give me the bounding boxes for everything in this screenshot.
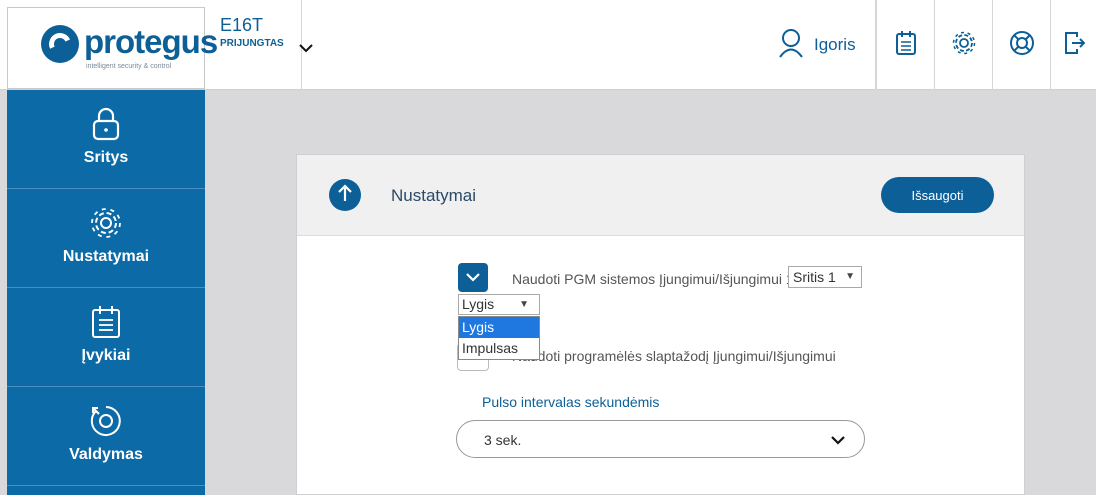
user-icon [778,28,804,63]
mode-select[interactable]: Lygis ▼ [458,294,540,315]
sidebar-item-label: Nustatymai [62,248,150,265]
dropdown-arrow-icon: ▼ [519,299,529,310]
arrow-up-icon [337,183,353,207]
user-menu[interactable]: Igoris [778,28,856,62]
sidebar-item-areas[interactable]: Sritys [7,90,205,189]
chevron-down-icon [465,269,481,287]
mode-option-pulse[interactable]: Impulsas [459,338,539,359]
sidebar-item-events[interactable]: Įvykiai [7,288,205,387]
pulse-interval-value: 3 sek. [484,432,522,448]
sidebar-item-label: Įvykiai [81,347,131,364]
device-name: E16T [220,15,264,35]
mode-dropdown-list: Lygis Impulsas [458,316,540,360]
settings-button[interactable] [934,0,992,90]
chevron-down-icon[interactable] [298,40,314,58]
settings-card: Nustatymai Išsaugoti Naudoti PGM sistemo… [296,154,1025,495]
lock-icon [92,105,120,143]
logout-button[interactable] [1050,0,1096,90]
logout-icon [1063,30,1085,61]
mode-option-level[interactable]: Lygis [459,317,539,338]
top-bar: protegus intelligent security & control … [0,0,1096,90]
dial-icon [88,402,124,440]
brand-logo[interactable]: protegus intelligent security & control [7,7,218,89]
pulse-interval-select[interactable]: 3 sek. [456,420,865,458]
user-name: Igoris [814,35,856,54]
brand-name: protegus [84,23,218,60]
dropdown-arrow-icon: ▼ [845,271,855,282]
gear-icon [89,204,123,242]
sidebar-item-control[interactable]: Valdymas [7,387,205,486]
lifebuoy-icon [1009,30,1035,61]
pgm-label: Naudoti PGM sistemos Įjungimui/Išjungimu… [512,271,794,287]
gear-icon [951,30,977,61]
sidebar-item-label: Sritys [83,149,129,166]
area-select-value: Sritis 1 [793,269,836,285]
app-password-label: Naudoti programėlės slaptažodį Įjungimui… [512,348,836,364]
events-button[interactable] [876,0,934,90]
calendar-icon [91,303,121,341]
sidebar-item-settings[interactable]: Nustatymai [7,189,205,288]
device-status: PRIJUNGTAS [220,38,284,49]
save-button[interactable]: Išsaugoti [881,177,994,213]
chevron-down-icon [830,432,846,450]
card-title: Nustatymai [391,186,477,205]
brand-tagline: intelligent security & control [86,63,172,70]
help-button[interactable] [992,0,1050,90]
sidebar: Sritys Nustatymai Įvykiai Valdymas [7,90,205,495]
pulse-interval-label: Pulso intervalas sekundėmis [482,394,660,410]
collapse-button[interactable] [329,179,361,211]
calendar-icon [895,30,917,61]
sidebar-item-label: Valdymas [69,446,143,463]
mode-select-value: Lygis [462,296,495,312]
card-header: Nustatymai Išsaugoti [297,155,1024,236]
area-select[interactable]: Sritis 1 ▼ [788,266,862,288]
device-selector[interactable]: E16T PRIJUNGTAS [206,0,313,90]
pgm-checkbox[interactable] [458,263,488,292]
